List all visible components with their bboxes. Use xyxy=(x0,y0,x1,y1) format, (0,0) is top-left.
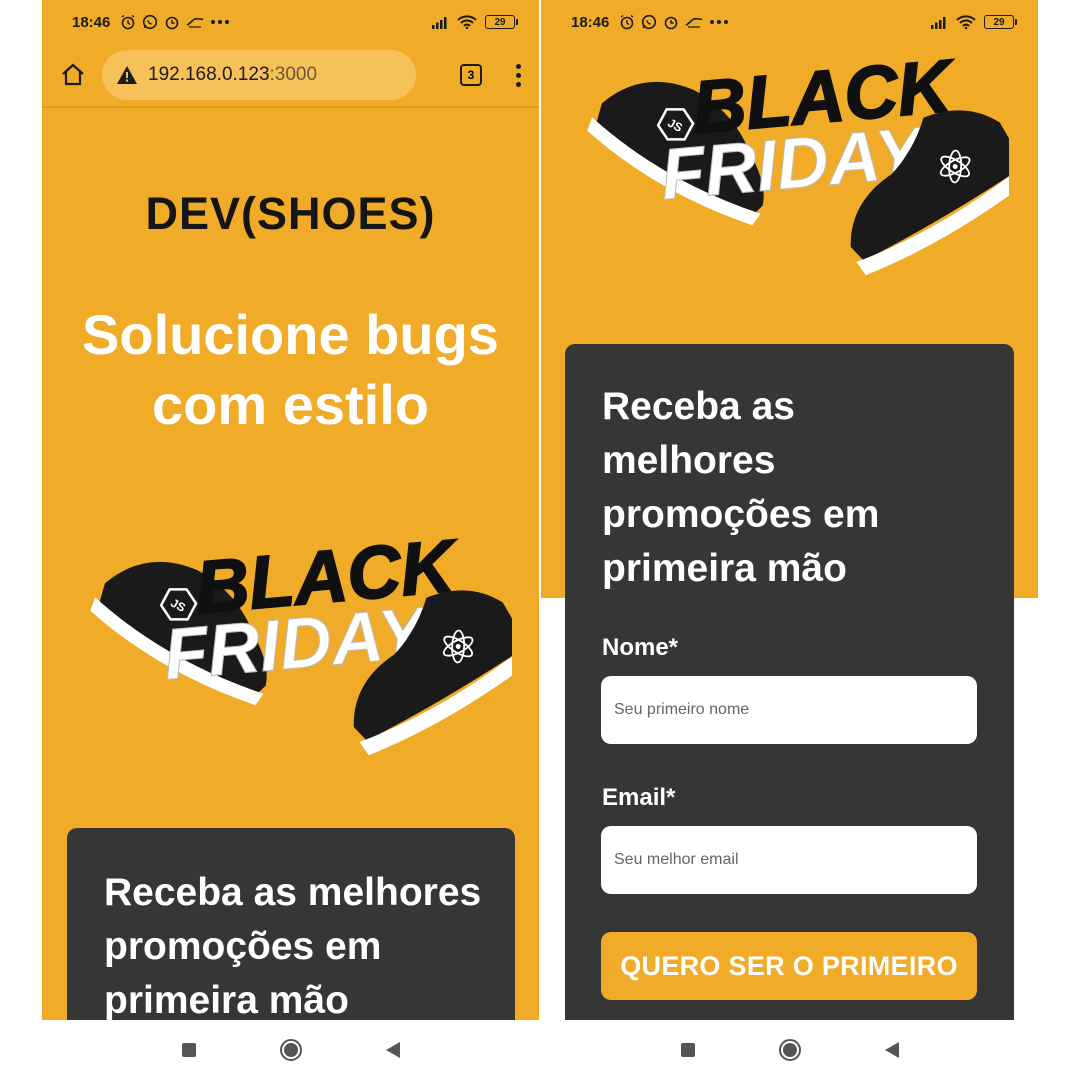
email-input[interactable] xyxy=(601,826,977,894)
phone-screen-right: 18:46 29 JS BLACK FRIDAY Receba as melho… xyxy=(541,0,1038,1020)
alarm-icon xyxy=(121,14,135,30)
home-circle-icon[interactable] xyxy=(279,1039,302,1061)
tab-switcher-button[interactable]: 3 xyxy=(460,64,482,86)
more-icon xyxy=(211,20,230,24)
screenshot-root: 18:46 29 192.168.0.123:3000 3 DEV(SHOES… xyxy=(0,0,1080,1080)
system-icons: 29 xyxy=(930,15,1017,29)
phone-screen-left: 18:46 29 192.168.0.123:3000 3 DEV(SHOES… xyxy=(42,0,539,1020)
name-label: Nome* xyxy=(602,634,679,661)
tab-count: 3 xyxy=(467,68,475,82)
warning-icon xyxy=(117,66,137,84)
submit-button[interactable]: QUERO SER O PRIMEIRO xyxy=(601,932,977,1000)
signal-icon xyxy=(432,17,447,29)
newsletter-card: Receba as melhores promoções em primeira… xyxy=(67,828,515,1020)
url-host: 192.168.0.123 xyxy=(148,64,270,85)
notification-icons xyxy=(619,14,729,30)
system-icons: 29 xyxy=(431,15,518,29)
email-label: Email* xyxy=(602,784,676,811)
brand-logo: DEV(SHOES) xyxy=(145,188,436,239)
browser-toolbar: 192.168.0.123:3000 3 xyxy=(42,44,539,108)
more-icon xyxy=(710,20,729,24)
black-friday-banner: JS BLACK FRIDAY xyxy=(587,50,1009,276)
home-circle-icon[interactable] xyxy=(778,1039,801,1061)
wifi-icon xyxy=(457,15,477,29)
android-nav-bar xyxy=(541,1020,1038,1080)
battery-level: 29 xyxy=(993,16,1005,28)
hero-title-line-2: com estilo xyxy=(152,373,429,436)
alarm-icon xyxy=(620,14,634,30)
back-icon[interactable] xyxy=(884,1042,899,1058)
whatsapp-icon xyxy=(143,14,158,30)
newsletter-title: Receba as melhores promoções em primeira… xyxy=(602,385,880,590)
ifood-icon xyxy=(187,17,204,28)
recents-icon[interactable] xyxy=(181,1043,196,1057)
notification-icons xyxy=(120,14,230,30)
signal-icon xyxy=(931,17,946,29)
ifood-icon xyxy=(686,17,703,28)
newsletter-title: Receba as melhores promoções em primeira… xyxy=(104,871,482,1020)
name-input[interactable] xyxy=(601,676,977,744)
status-bar: 18:46 29 xyxy=(42,0,539,44)
hero-title: Solucione bugs com estilo xyxy=(42,300,539,440)
back-icon[interactable] xyxy=(385,1042,400,1058)
hero-title-line-1: Solucione bugs xyxy=(82,303,499,366)
home-icon[interactable] xyxy=(60,62,86,88)
newsletter-card: Receba as melhores promoções em primeira… xyxy=(565,344,1014,1020)
recents-icon[interactable] xyxy=(680,1043,695,1057)
url-port: :3000 xyxy=(269,64,318,85)
url-bar[interactable]: 192.168.0.123:3000 xyxy=(102,50,416,100)
android-nav-bar xyxy=(42,1020,539,1080)
battery-icon: 29 xyxy=(485,15,518,29)
whatsapp-icon xyxy=(642,14,657,30)
black-friday-banner: JS BLACK FRIDAY xyxy=(90,530,512,756)
browser-menu-icon[interactable] xyxy=(516,63,521,87)
status-bar: 18:46 29 xyxy=(541,0,1038,44)
clock-icon xyxy=(166,16,179,30)
status-time: 18:46 xyxy=(571,13,610,31)
clock-icon xyxy=(665,16,678,30)
wifi-icon xyxy=(956,15,976,29)
battery-level: 29 xyxy=(494,16,506,28)
battery-icon: 29 xyxy=(984,15,1017,29)
status-time: 18:46 xyxy=(72,13,111,31)
